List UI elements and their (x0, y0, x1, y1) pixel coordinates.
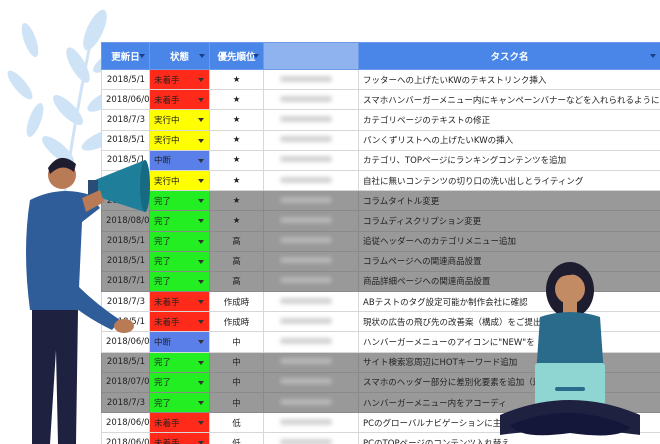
status-label: 未着手 (154, 95, 180, 106)
cell-assignee-blurred (263, 149, 359, 171)
filter-arrow-icon[interactable] (199, 54, 205, 58)
cell-assignee-blurred (263, 89, 359, 111)
cell-task[interactable]: パンくずリストへの上げたいKWの挿入 (358, 129, 660, 151)
cell-task[interactable]: フッターへの上げたいKWのテキストリンク挿入 (358, 68, 660, 91)
cell-assignee-blurred (263, 210, 359, 232)
dropdown-arrow-icon[interactable] (198, 138, 204, 143)
table-row[interactable]: 2018/5/1 完了高追従ヘッダーへのカテゴリメニュー追加 (101, 230, 660, 252)
dropdown-arrow-icon[interactable] (198, 239, 204, 244)
cell-assignee-blurred (263, 169, 359, 192)
table-row[interactable]: 2018/5/1 実行中 ★ パンくずリストへの上げたいKWの挿入 (101, 129, 660, 151)
dropdown-arrow-icon[interactable] (198, 320, 204, 325)
cell-task[interactable]: カテゴリページのテキストの修正 (358, 109, 660, 131)
cell-task[interactable]: 自社に無いコンテンツの切り口の洗い出しとライティング (358, 169, 660, 192)
table-row[interactable]: 2018/7/3 実行中 ★ カテゴリページのテキストの修正 (101, 109, 660, 131)
cell-assignee-blurred (263, 250, 359, 272)
cell-assignee-blurred (263, 270, 359, 293)
cell-assignee-blurred (263, 412, 359, 434)
status-dropdown[interactable]: 実行中 (149, 109, 210, 131)
filter-arrow-icon[interactable] (650, 54, 656, 58)
woman-laptop-illustration (500, 262, 640, 436)
col-header-assignee[interactable] (263, 42, 359, 70)
status-label: 実行中 (154, 115, 180, 126)
cell-priority[interactable]: 高 (209, 230, 264, 252)
cell-priority[interactable]: ★ (209, 149, 264, 171)
cell-priority[interactable]: 高 (209, 250, 264, 272)
dropdown-arrow-icon[interactable] (198, 279, 204, 284)
dropdown-arrow-icon[interactable] (198, 158, 204, 163)
table-row[interactable]: 2018/5/1 中断 ★ カテゴリ、TOPページにランキングコンテンツを追加 (101, 149, 660, 171)
cell-task[interactable]: コラムタイトル変更 (358, 190, 660, 212)
cell-priority[interactable]: 低 (209, 412, 264, 434)
dropdown-arrow-icon[interactable] (198, 219, 204, 224)
cell-task[interactable]: スマホハンバーガーメニュー内にキャンペーンバナーなどを入れられるようにする (358, 89, 660, 111)
cell-priority[interactable]: ★ (209, 210, 264, 232)
status-label: 未着手 (154, 75, 180, 86)
table-row[interactable]: 2018/7/3実行中★自社に無いコンテンツの切り口の洗い出しとライティング (101, 169, 660, 192)
cell-priority[interactable]: 中 (209, 371, 264, 394)
status-dropdown[interactable]: 未着手 (149, 68, 210, 91)
cell-task[interactable]: コラムディスクリプション変更 (358, 210, 660, 232)
table-row[interactable]: 2018/5/1完了★コラムタイトル変更 (101, 190, 660, 212)
cell-assignee-blurred (263, 109, 359, 131)
dropdown-arrow-icon[interactable] (198, 300, 204, 305)
table-row[interactable]: 2018/5/1 未着手 ★ フッターへの上げたいKWのテキストリンク挿入 (101, 68, 660, 91)
cell-assignee-blurred (263, 190, 359, 212)
filter-arrow-icon[interactable] (139, 54, 145, 58)
dropdown-arrow-icon[interactable] (198, 178, 204, 183)
status-label: 実行中 (154, 136, 180, 147)
dropdown-arrow-icon[interactable] (198, 259, 204, 264)
cell-assignee-blurred (263, 391, 359, 414)
cell-task[interactable]: 追従ヘッダーへのカテゴリメニュー追加 (358, 230, 660, 252)
dropdown-arrow-icon[interactable] (198, 78, 204, 82)
cell-priority[interactable]: ★ (209, 190, 264, 212)
status-dropdown[interactable]: 未着手 (149, 89, 210, 111)
dropdown-arrow-icon[interactable] (198, 380, 204, 385)
man-megaphone-illustration (26, 157, 150, 444)
table-row[interactable]: 2018/06/06 未着手 ★ スマホハンバーガーメニュー内にキャンペーンバナーなど… (101, 89, 660, 111)
cell-priority[interactable]: ★ (209, 129, 264, 151)
cell-priority[interactable]: ★ (209, 169, 264, 192)
cell-task[interactable]: カテゴリ、TOPページにランキングコンテンツを追加 (358, 149, 660, 171)
cell-priority[interactable]: 中 (209, 351, 264, 373)
dropdown-arrow-icon[interactable] (198, 98, 204, 103)
cell-assignee-blurred (263, 230, 359, 252)
cell-assignee-blurred (263, 291, 359, 313)
dropdown-arrow-icon[interactable] (198, 360, 204, 365)
cell-priority[interactable]: 中 (209, 391, 264, 414)
dropdown-arrow-icon[interactable] (198, 401, 204, 405)
cell-assignee-blurred (263, 351, 359, 373)
cell-assignee-blurred (263, 311, 359, 333)
header-row: 更新日 状態 優先順位 タスク名 (101, 42, 660, 70)
filter-arrow-icon[interactable] (253, 54, 259, 58)
cell-assignee-blurred (263, 129, 359, 151)
cell-priority[interactable]: 高 (209, 270, 264, 293)
cell-priority[interactable]: 中 (209, 331, 264, 353)
dropdown-arrow-icon[interactable] (198, 421, 204, 426)
col-header-date[interactable]: 更新日 (101, 42, 150, 70)
cell-assignee-blurred (263, 371, 359, 394)
cell-priority[interactable]: 作成時 (209, 291, 264, 313)
col-header-priority[interactable]: 優先順位 (209, 42, 264, 70)
col-header-status[interactable]: 状態 (149, 42, 210, 70)
cell-date[interactable]: 2018/06/06 (101, 89, 150, 111)
cell-priority[interactable]: ★ (209, 89, 264, 111)
table-row[interactable]: 2018/08/03完了★コラムディスクリプション変更 (101, 210, 660, 232)
cell-priority[interactable]: 低 (209, 432, 264, 444)
dropdown-arrow-icon[interactable] (198, 340, 204, 345)
cell-priority[interactable]: ★ (209, 68, 264, 91)
col-header-task[interactable]: タスク名 (358, 42, 660, 70)
cell-date[interactable]: 2018/5/1 (101, 129, 150, 151)
cell-date[interactable]: 2018/7/3 (101, 109, 150, 131)
cell-assignee-blurred (263, 432, 359, 444)
dropdown-arrow-icon[interactable] (198, 199, 204, 204)
cell-priority[interactable]: 作成時 (209, 311, 264, 333)
cell-date[interactable]: 2018/5/1 (101, 68, 150, 91)
status-dropdown[interactable]: 実行中 (149, 129, 210, 151)
cell-assignee-blurred (263, 68, 359, 91)
cell-assignee-blurred (263, 331, 359, 353)
dropdown-arrow-icon[interactable] (198, 118, 204, 123)
cell-priority[interactable]: ★ (209, 109, 264, 131)
